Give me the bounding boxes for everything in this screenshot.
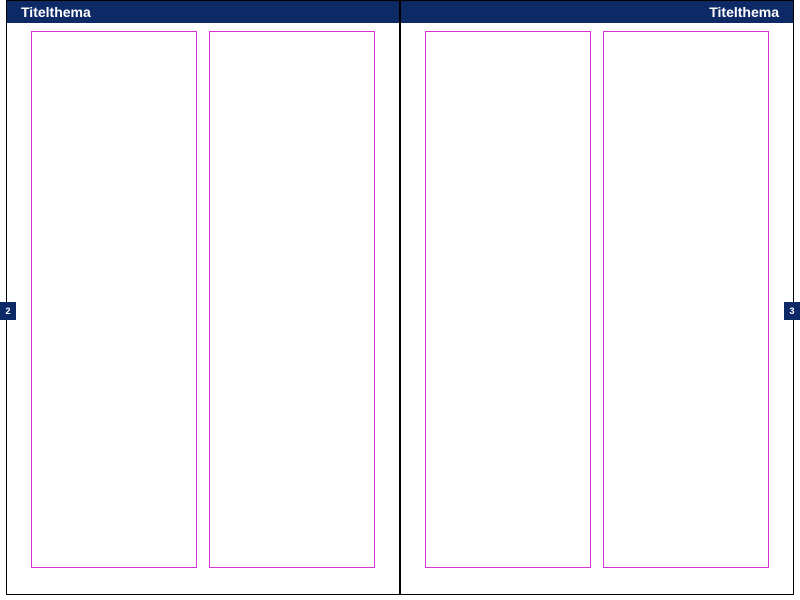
header-bar-right: Titelthema <box>401 1 793 23</box>
text-column[interactable] <box>31 31 197 568</box>
header-title-right: Titelthema <box>709 4 779 20</box>
header-bar-left: Titelthema <box>7 1 399 23</box>
text-column[interactable] <box>209 31 375 568</box>
header-title-left: Titelthema <box>21 4 91 20</box>
page-number-tab-right: 3 <box>784 302 800 320</box>
document-spread: Titelthema Titelthema <box>6 0 794 600</box>
page-left[interactable]: Titelthema <box>6 0 400 595</box>
page-number-left: 2 <box>5 306 10 316</box>
page-number-tab-left: 2 <box>0 302 16 320</box>
page-right[interactable]: Titelthema <box>400 0 794 595</box>
text-column[interactable] <box>425 31 591 568</box>
column-guides-left <box>31 31 375 568</box>
page-number-right: 3 <box>789 306 794 316</box>
column-guides-right <box>425 31 769 568</box>
text-column[interactable] <box>603 31 769 568</box>
